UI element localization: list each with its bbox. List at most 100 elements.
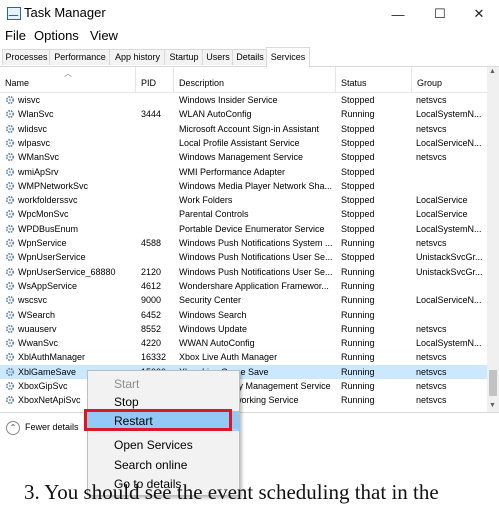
cell-name: WMPNetworkSvc bbox=[18, 180, 89, 191]
service-gear-icon bbox=[5, 152, 15, 162]
menu-start[interactable]: Start bbox=[88, 374, 239, 394]
table-row[interactable]: wisvc Windows Insider Service Stopped netsv… bbox=[0, 93, 487, 107]
table-row[interactable]: WpcMonSvc Parental Controls Stopped LocalSe… bbox=[0, 207, 487, 221]
table-header: ︿ Name PID Description Status Group bbox=[0, 67, 487, 93]
service-gear-icon bbox=[5, 267, 15, 277]
cell-name: WpnUserService_68880 bbox=[18, 266, 116, 277]
table-row[interactable]: WsAppService 4612 Wondershare Application … bbox=[0, 279, 487, 293]
tab-services[interactable]: Services bbox=[266, 47, 310, 67]
cell-name: WwanSvc bbox=[18, 338, 59, 349]
table-row[interactable]: XblGameSave15000Xbox Live Game SaveRunni… bbox=[0, 364, 487, 379]
cell-name: XblAuthManager bbox=[18, 352, 86, 363]
service-gear-icon bbox=[5, 109, 15, 119]
table-row[interactable]: WpnService 4588 Windows Push Notifications… bbox=[0, 236, 487, 250]
table-row[interactable]: XblAuthManager 16332 Xbox Live Auth Manage… bbox=[0, 350, 487, 364]
table-row[interactable]: WManSvc Windows Management Service Stopped… bbox=[0, 150, 487, 164]
minimize-button[interactable]: — bbox=[378, 3, 418, 25]
table-row[interactable]: workfolderssvc Work Folders Stopped LocalSe… bbox=[0, 193, 487, 207]
cell-name: wscsvc bbox=[18, 295, 47, 306]
table-row[interactable]: wlpasvc Local Profile Assistant Service St… bbox=[0, 136, 487, 150]
cell-name: WpnService bbox=[18, 238, 67, 248]
service-gear-icon bbox=[5, 295, 15, 305]
cell-name: WpnUserService bbox=[18, 252, 86, 263]
tab-app-history[interactable]: App history bbox=[109, 49, 166, 65]
cell-pid: 8552 bbox=[141, 323, 162, 334]
service-gear-icon bbox=[5, 124, 15, 134]
table-row[interactable]: WPDBusEnum Portable Device Enumerator Ser… bbox=[0, 222, 487, 236]
tab-users[interactable]: Users bbox=[202, 49, 234, 65]
menu-search-online[interactable]: Search online bbox=[88, 455, 239, 475]
table-row[interactable]: wuauserv 8552 Windows Update Running netsvcs bbox=[0, 322, 487, 336]
vertical-scrollbar[interactable]: ▲ ▼ bbox=[487, 67, 499, 412]
cell-pid: 2120 bbox=[141, 266, 162, 277]
menu-file[interactable]: File bbox=[5, 28, 26, 43]
cell-name: WsAppService bbox=[18, 280, 78, 291]
cell-group: netsvcs bbox=[416, 381, 447, 391]
column-status[interactable]: Status bbox=[336, 67, 412, 92]
column-name[interactable]: Name bbox=[0, 67, 136, 92]
cell-status: Stopped bbox=[341, 166, 375, 177]
tab-processes[interactable]: Processes bbox=[2, 49, 51, 65]
table-row[interactable]: WpnUserService Windows Push Notifications… bbox=[0, 250, 487, 264]
cell-description: Windows Insider Service bbox=[179, 95, 278, 105]
close-button[interactable]: ✕ bbox=[459, 3, 499, 25]
cell-group: netsvcs bbox=[416, 238, 447, 248]
table-row[interactable]: WMPNetworkSvc Windows Media Player Networ… bbox=[0, 179, 487, 193]
cell-status: Running bbox=[341, 323, 375, 334]
cell-pid: 3444 bbox=[141, 109, 162, 120]
footer-bar: ⌃ Fewer details bbox=[0, 413, 499, 441]
table-row[interactable]: wlidsvc Microsoft Account Sign-in Assista… bbox=[0, 122, 487, 136]
maximize-button[interactable]: ☐ bbox=[420, 3, 460, 25]
column-pid[interactable]: PID bbox=[136, 67, 174, 92]
cell-name: wuauserv bbox=[18, 323, 57, 334]
table-row[interactable]: WlanSvc 3444 WLAN AutoConfig Running LocalSy… bbox=[0, 107, 487, 121]
cell-description: Windows Search bbox=[179, 309, 247, 320]
scroll-up-icon[interactable]: ▲ bbox=[489, 68, 496, 75]
cell-status: Running bbox=[341, 352, 375, 363]
table-row[interactable]: wscsvc 9000 Security Center Running LocalSer… bbox=[0, 293, 487, 307]
cell-group: LocalSystemN... bbox=[416, 223, 482, 234]
tab-strip: Processes Performance App history Startu… bbox=[0, 47, 499, 67]
task-manager-window: Task Manager — ☐ ✕ File Options View Pro… bbox=[0, 0, 499, 442]
table-row[interactable]: WSearch 6452 Windows Search Running bbox=[0, 308, 487, 322]
table-row[interactable]: wmiApSrv WMI Performance Adapter Stopped bbox=[0, 165, 487, 179]
service-gear-icon bbox=[5, 338, 15, 348]
table-row[interactable]: WpnUserService_68880 2120 Windows Push Not… bbox=[0, 265, 487, 279]
cell-status: Stopped bbox=[341, 95, 375, 105]
column-group[interactable]: Group bbox=[412, 67, 487, 92]
chevron-up-icon[interactable]: ⌃ bbox=[6, 421, 20, 435]
menu-open-services[interactable]: Open Services bbox=[88, 435, 239, 455]
column-description[interactable]: Description bbox=[174, 67, 336, 92]
cell-name: wlidsvc bbox=[18, 123, 48, 134]
task-manager-icon bbox=[7, 7, 21, 20]
menu-view[interactable]: View bbox=[90, 28, 118, 43]
cell-status: Running bbox=[341, 280, 375, 291]
window-title: Task Manager bbox=[24, 5, 106, 20]
tab-details[interactable]: Details bbox=[232, 49, 268, 65]
cell-pid: 4588 bbox=[141, 238, 162, 248]
table-row[interactable]: XboxGipSvc Xbox Accessory Management Serv… bbox=[0, 379, 487, 393]
cell-status: Running bbox=[341, 109, 375, 120]
menu-options[interactable]: Options bbox=[34, 28, 79, 43]
cell-pid: 6452 bbox=[141, 309, 162, 320]
table-row[interactable]: WwanSvc 4220 WWAN AutoConfig Running LocalSy… bbox=[0, 336, 487, 350]
cell-status: Running bbox=[341, 295, 375, 306]
tab-startup[interactable]: Startup bbox=[164, 49, 204, 65]
cell-status: Running bbox=[341, 238, 375, 248]
service-gear-icon bbox=[5, 324, 15, 334]
cell-group: LocalSystemN... bbox=[416, 109, 482, 120]
cell-group: netsvcs bbox=[416, 95, 447, 105]
cell-description: WWAN AutoConfig bbox=[179, 338, 255, 349]
scroll-thumb[interactable] bbox=[489, 370, 497, 396]
service-gear-icon bbox=[5, 381, 15, 391]
cell-description: Microsoft Account Sign-in Assistant bbox=[179, 123, 320, 134]
tab-performance[interactable]: Performance bbox=[49, 49, 111, 65]
cell-status: Running bbox=[341, 381, 375, 391]
scroll-down-icon[interactable]: ▼ bbox=[489, 402, 496, 409]
cell-group: LocalService bbox=[416, 195, 468, 206]
cell-status: Stopped bbox=[341, 209, 375, 220]
table-row[interactable]: XboxNetApiSvcXbox Live Networking Servic… bbox=[0, 393, 487, 407]
fewer-details-link[interactable]: Fewer details bbox=[25, 422, 79, 432]
cell-status: Stopped bbox=[341, 123, 375, 134]
cell-description: Portable Device Enumerator Service bbox=[179, 223, 325, 234]
